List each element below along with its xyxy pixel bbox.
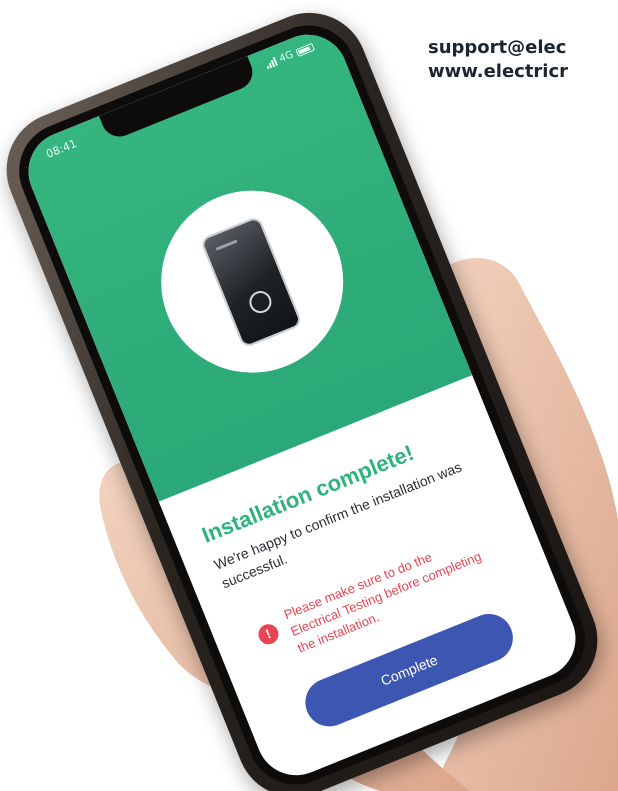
exclamation-circle-icon: !: [255, 621, 282, 648]
charger-image-circle: [133, 163, 371, 401]
battery-icon: [295, 42, 315, 57]
charger-ring: [246, 287, 275, 317]
status-time: 08:41: [44, 137, 79, 161]
signal-icon: [264, 56, 278, 70]
ev-charger-image: [199, 215, 304, 349]
status-indicators: 4G: [264, 41, 316, 70]
charger-logo: [215, 239, 238, 251]
network-label: 4G: [277, 49, 296, 65]
